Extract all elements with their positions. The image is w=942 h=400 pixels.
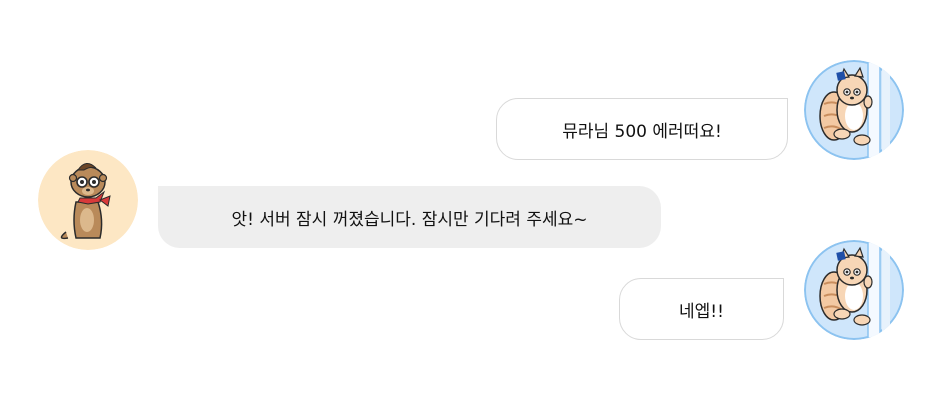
- chat-conversation: 뮤라님 500 에러떠요! 앗! 서버 잠시 꺼졌습니다. 잠시만 기다려 주세…: [0, 0, 942, 400]
- squirrel-icon: [804, 240, 904, 340]
- message-text: 뮤라님 500 에러떠요!: [562, 121, 722, 142]
- message-text: 네엡!!: [679, 301, 724, 322]
- user-avatar: [804, 60, 904, 160]
- meerkat-icon: [38, 150, 138, 250]
- squirrel-icon: [804, 60, 904, 160]
- user-message-bubble: 뮤라님 500 에러떠요!: [496, 98, 788, 160]
- bot-avatar: [38, 150, 138, 250]
- bot-message-bubble: 앗! 서버 잠시 꺼졌습니다. 잠시만 기다려 주세요~: [158, 186, 661, 248]
- user-message-bubble: 네엡!!: [619, 278, 784, 340]
- message-text: 앗! 서버 잠시 꺼졌습니다. 잠시만 기다려 주세요~: [231, 209, 588, 230]
- user-avatar: [804, 240, 904, 340]
